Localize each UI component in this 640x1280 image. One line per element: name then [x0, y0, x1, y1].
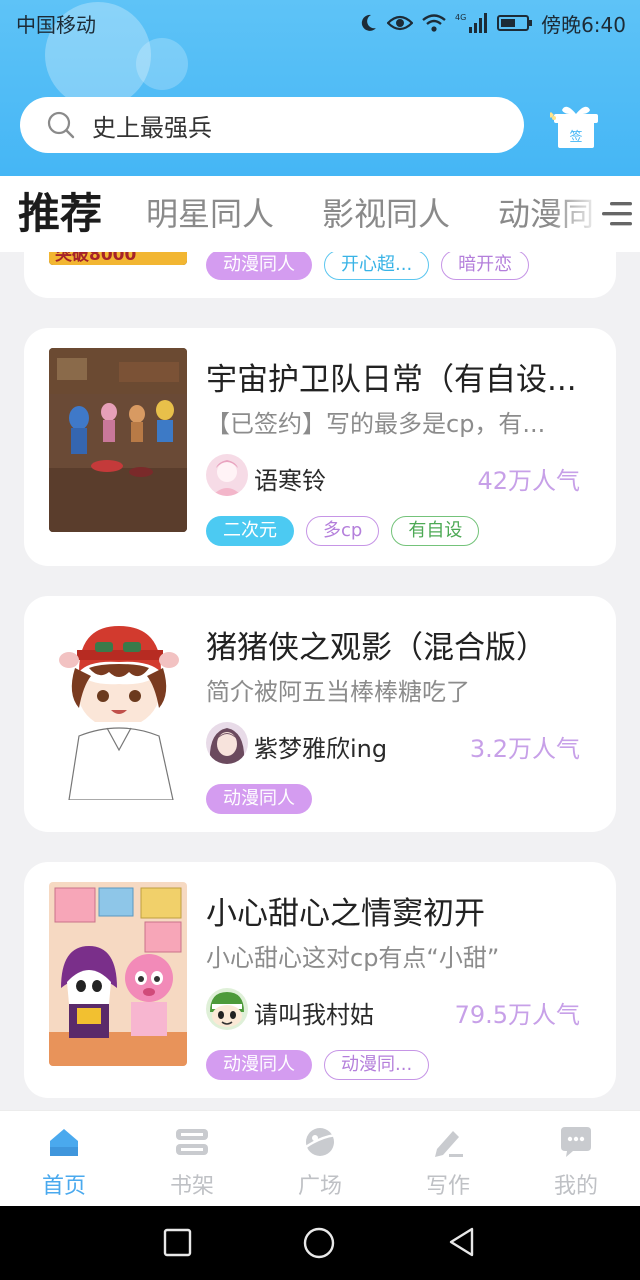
book-description: 小心甜心这对cp有点“小甜”: [206, 944, 500, 972]
nav-label: 书架: [169, 1174, 214, 1199]
book-card[interactable]: 猪猪侠之观影（混合版） 简介被阿五当棒棒糖吃了 紫梦雅欣ing 3.2万人气 动…: [24, 596, 616, 832]
chat-bubble-icon: [561, 1127, 591, 1157]
gift-checkin-icon[interactable]: 签: [550, 102, 600, 150]
author-name: 请叫我村姑: [254, 1001, 374, 1029]
status-bar: 中国移动 4G 傍晚6:40: [0, 0, 640, 46]
book-title: 宇宙护卫队日常（有自设...: [206, 362, 577, 398]
tag-list: 动漫同人 开心超... 暗开恋: [206, 252, 530, 280]
home-icon: [50, 1129, 78, 1156]
tag[interactable]: 开心超...: [324, 252, 430, 280]
nav-home[interactable]: 首页: [0, 1111, 128, 1207]
status-icons: 4G 傍晚6:40: [357, 9, 626, 38]
nav-label: 我的: [553, 1174, 598, 1199]
author-name: 语寒铃: [254, 467, 326, 495]
eye-icon: [387, 15, 414, 31]
book-cover: 突破8000: [49, 252, 187, 265]
book-title: 猪猪侠之观影（混合版）: [206, 630, 547, 666]
tag[interactable]: 动漫同人: [206, 1050, 312, 1080]
nav-square[interactable]: 广场: [256, 1111, 384, 1207]
book-cover: [49, 616, 187, 800]
tab-recommend[interactable]: 推荐: [18, 176, 102, 252]
pen-icon: [435, 1131, 463, 1157]
tag-list: 二次元 多cp 有自设: [206, 516, 480, 546]
nav-mine[interactable]: 我的: [512, 1111, 640, 1207]
search-bar[interactable]: 史上最强兵: [20, 97, 524, 153]
book-description: 简介被阿五当棒棒糖吃了: [206, 678, 470, 706]
author-name: 紫梦雅欣ing: [254, 735, 388, 763]
search-icon: [47, 111, 75, 139]
signal-icon: 4G: [455, 13, 488, 33]
bottom-nav: 首页 书架 广场 写作 我的: [0, 1110, 640, 1206]
moon-icon: [361, 14, 377, 31]
cover-banner-text: 突破8000: [55, 252, 137, 265]
tab-menu-icon[interactable]: [600, 198, 634, 230]
header: 中国移动 4G 傍晚6:40 史上最强兵 签: [0, 0, 640, 176]
book-card-partial[interactable]: 突破8000 动漫同人 开心超... 暗开恋: [24, 252, 616, 298]
avatar: [206, 988, 248, 1030]
tag[interactable]: 有自设: [391, 516, 480, 546]
back-triangle-icon[interactable]: [446, 1226, 478, 1258]
checkin-label: 签: [569, 129, 582, 145]
book-cover: [49, 348, 187, 532]
system-nav-bar: [0, 1206, 640, 1280]
avatar: [206, 722, 248, 764]
tag-list: 动漫同人 动漫同...: [206, 1050, 430, 1080]
popularity-count: 79.5万人气: [454, 1001, 580, 1029]
category-tabs: 推荐 明星同人 影视同人 动漫同: [0, 176, 640, 252]
nav-label: 广场: [297, 1174, 342, 1199]
clock: 傍晚6:40: [541, 12, 626, 37]
book-card[interactable]: 宇宙护卫队日常（有自设... 【已签约】写的最多是cp，有... 语寒铃 42万…: [24, 328, 616, 566]
tab-film-fanfic[interactable]: 影视同人: [322, 176, 450, 252]
search-query: 史上最强兵: [92, 113, 212, 142]
book-card[interactable]: 小心甜心之情窦初开 小心甜心这对cp有点“小甜” 请叫我村姑 79.5万人气 动…: [24, 862, 616, 1098]
nav-label: 首页: [41, 1174, 86, 1199]
bookshelf-icon: [176, 1129, 208, 1155]
wifi-icon: [422, 14, 446, 32]
battery-icon: [497, 15, 533, 31]
tag[interactable]: 动漫同人: [206, 784, 312, 814]
tag[interactable]: 暗开恋: [441, 252, 530, 280]
planet-icon: [305, 1128, 337, 1156]
book-description: 【已签约】写的最多是cp，有...: [206, 410, 546, 438]
nav-write[interactable]: 写作: [384, 1111, 512, 1207]
tag[interactable]: 动漫同人: [206, 252, 312, 280]
network-badge: 4G: [455, 13, 466, 22]
book-title: 小心甜心之情窦初开: [206, 896, 485, 932]
tag[interactable]: 动漫同...: [324, 1050, 430, 1080]
home-circle-icon[interactable]: [302, 1226, 336, 1260]
book-cover: [49, 882, 187, 1066]
popularity-count: 42万人气: [477, 467, 580, 495]
tab-star-fanfic[interactable]: 明星同人: [146, 176, 274, 252]
popularity-count: 3.2万人气: [469, 735, 580, 763]
nav-label: 写作: [425, 1174, 470, 1199]
recent-apps-icon[interactable]: [162, 1226, 194, 1258]
tag[interactable]: 二次元: [206, 516, 294, 546]
nav-bookshelf[interactable]: 书架: [128, 1111, 256, 1207]
book-feed: 突破8000 动漫同人 开心超... 暗开恋 宇宙护卫队日常（有自设... 【已…: [0, 252, 640, 1110]
tag-list: 动漫同人: [206, 784, 312, 814]
avatar: [206, 454, 248, 496]
tag[interactable]: 多cp: [306, 516, 380, 546]
carrier-name: 中国移动: [16, 12, 96, 37]
